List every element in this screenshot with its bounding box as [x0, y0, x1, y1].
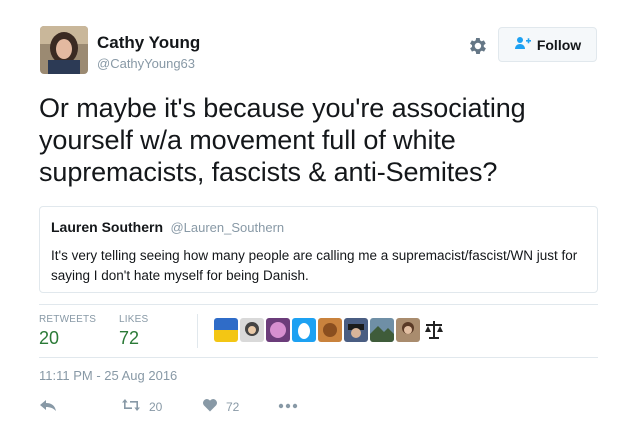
retweet-button[interactable]: 20 — [121, 398, 162, 415]
quoted-tweet[interactable]: Lauren Southern @Lauren_Southern It's ve… — [39, 206, 598, 293]
likes-stat[interactable]: LIKES 72 — [119, 314, 148, 349]
retweets-value: 20 — [39, 328, 60, 348]
more-button[interactable] — [278, 398, 298, 412]
like-count: 72 — [226, 399, 240, 414]
follow-label: Follow — [536, 36, 582, 53]
retweet-icon — [121, 398, 141, 415]
liker-avatar[interactable] — [318, 318, 342, 342]
quoted-author-handle: @Lauren_Southern — [170, 220, 285, 235]
liker-avatar[interactable] — [370, 318, 394, 342]
liker-avatar[interactable] — [240, 318, 264, 342]
liker-avatar[interactable] — [422, 318, 446, 342]
liker-avatar[interactable] — [292, 318, 316, 342]
gear-icon[interactable] — [466, 35, 488, 57]
tweet-stats: RETWEETS 20 LIKES 72 — [39, 304, 598, 358]
more-icon — [278, 398, 298, 412]
liker-avatar[interactable] — [214, 318, 238, 342]
tweet-actions: 20 72 — [39, 398, 339, 418]
liker-avatar[interactable] — [266, 318, 290, 342]
quoted-tweet-header: Lauren Southern @Lauren_Southern — [51, 219, 586, 237]
reply-button[interactable] — [39, 398, 57, 415]
like-button[interactable]: 72 — [202, 398, 239, 415]
likes-label: LIKES — [119, 314, 149, 325]
author-name[interactable]: Cathy Young — [97, 33, 200, 53]
liker-avatar[interactable] — [396, 318, 420, 342]
liker-avatars — [214, 318, 446, 342]
heart-icon — [202, 398, 218, 415]
liker-avatar[interactable] — [344, 318, 368, 342]
stats-divider — [197, 314, 198, 348]
retweets-label: RETWEETS — [39, 314, 97, 325]
likes-value: 72 — [119, 328, 140, 348]
add-user-icon — [514, 36, 532, 53]
follow-button[interactable]: Follow — [498, 27, 597, 62]
quoted-author-name: Lauren Southern — [51, 219, 164, 235]
author-handle[interactable]: @CathyYoung63 — [97, 56, 195, 71]
quoted-tweet-text: It's very telling seeing how many people… — [51, 248, 578, 283]
retweet-count: 20 — [149, 399, 163, 414]
reply-icon — [39, 398, 57, 415]
tweet-timestamp[interactable]: 11:11 PM - 25 Aug 2016 — [39, 368, 177, 383]
tweet-text: Or maybe it's because you're associating… — [39, 93, 526, 187]
author-avatar[interactable] — [40, 26, 88, 74]
retweets-stat[interactable]: RETWEETS 20 — [39, 314, 96, 349]
